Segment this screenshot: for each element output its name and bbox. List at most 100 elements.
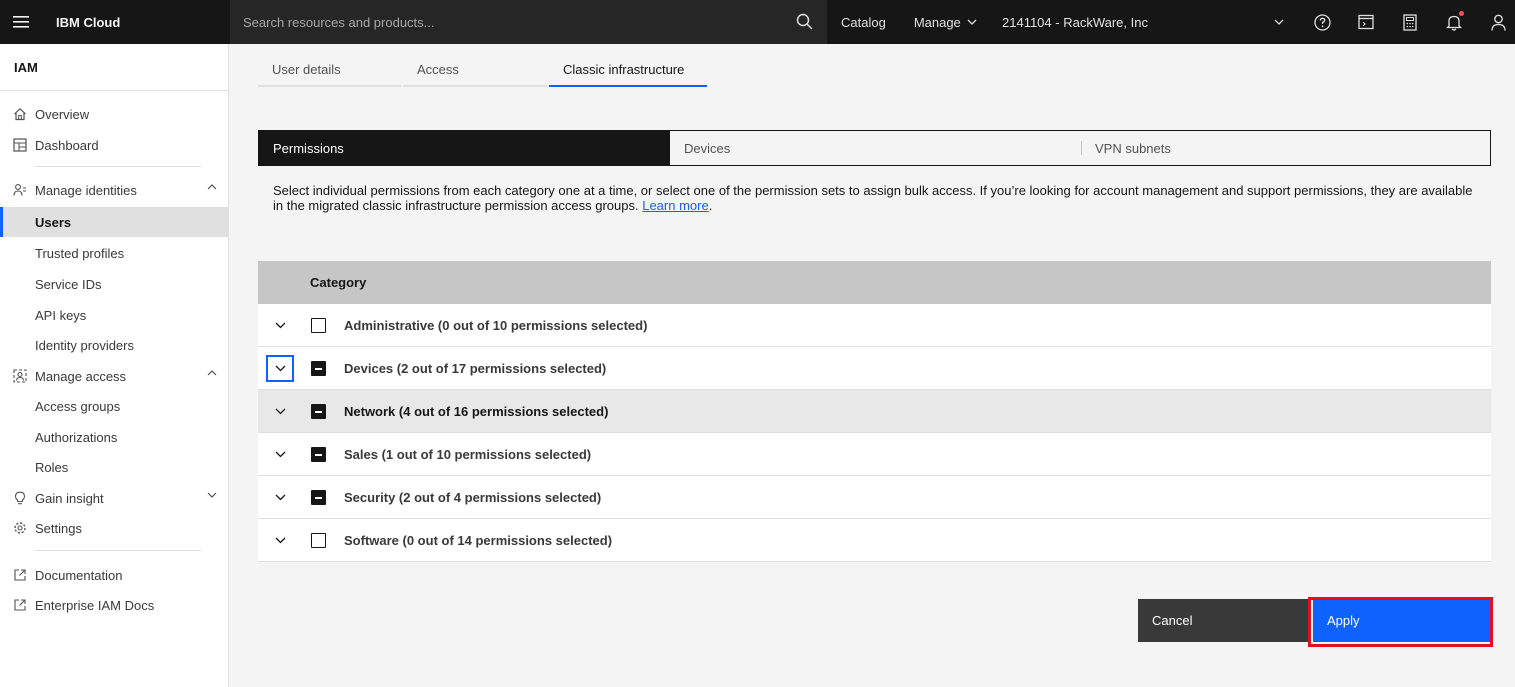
search-bar[interactable]: Search resources and products... [230, 0, 827, 44]
sidebar-item-documentation[interactable]: Documentation [0, 560, 229, 590]
tab-user-details[interactable]: User details [258, 54, 402, 87]
sidebar-divider [35, 166, 201, 167]
home-icon [14, 107, 26, 121]
expand-row-button[interactable] [266, 398, 294, 425]
top-header: IBM Cloud Search resources and products.… [0, 0, 1515, 44]
permissions-description: Select individual permissions from each … [273, 183, 1473, 213]
row-checkbox[interactable] [311, 361, 326, 376]
access-icon [13, 369, 27, 383]
sidebar-item-access-groups[interactable]: Access groups [0, 391, 229, 421]
learn-more-link[interactable]: Learn more [642, 198, 708, 213]
chevron-down-icon [275, 322, 285, 329]
sidebar: IAM Overview Dashboard Manage identities… [0, 44, 229, 687]
nav-catalog[interactable]: Catalog [827, 0, 900, 44]
account-switcher[interactable]: 2141104 - RackWare, Inc [1002, 0, 1292, 44]
sidebar-item-api-keys[interactable]: API keys [0, 300, 229, 330]
launch-icon [14, 599, 26, 611]
sidebar-item-gain-insight[interactable]: Gain insight [0, 483, 229, 513]
switch-permissions[interactable]: Permissions [259, 131, 670, 165]
table-row: Devices (2 out of 17 permissions selecte… [258, 347, 1491, 390]
row-label: Administrative (0 out of 10 permissions … [344, 318, 648, 333]
search-input[interactable]: Search resources and products... [243, 15, 435, 30]
chevron-down-icon [275, 451, 285, 458]
chevron-down-icon [1274, 19, 1284, 25]
notification-badge [1459, 11, 1464, 16]
user-tabs: User details Access Classic infrastructu… [258, 54, 707, 87]
table-row: Sales (1 out of 10 permissions selected) [258, 433, 1491, 476]
row-checkbox[interactable] [311, 533, 326, 548]
chevron-up-icon [207, 184, 217, 190]
account-name: 2141104 - RackWare, Inc [1002, 14, 1148, 30]
expand-row-button[interactable] [266, 484, 294, 511]
column-header-category: Category [310, 275, 367, 290]
tab-classic-infrastructure[interactable]: Classic infrastructure [549, 54, 707, 87]
row-label: Network (4 out of 16 permissions selecte… [344, 404, 609, 419]
gear-icon [14, 522, 26, 534]
sidebar-item-authorizations[interactable]: Authorizations [0, 422, 229, 452]
header-icons [1300, 0, 1515, 44]
notifications-button[interactable] [1432, 0, 1476, 44]
launch-icon [14, 569, 26, 581]
sidebar-item-dashboard[interactable]: Dashboard [0, 130, 229, 160]
cancel-button[interactable]: Cancel [1138, 599, 1310, 642]
expand-row-button[interactable] [266, 312, 294, 339]
sidebar-item-manage-access[interactable]: Manage access [0, 361, 229, 391]
calculator-icon [1403, 13, 1417, 31]
chevron-down-icon [275, 537, 285, 544]
sidebar-item-users[interactable]: Users [0, 207, 229, 237]
expand-row-button[interactable] [266, 441, 294, 468]
dashboard-icon [13, 138, 27, 152]
chevron-up-icon [207, 370, 217, 376]
sidebar-item-service-ids[interactable]: Service IDs [0, 269, 229, 299]
lightbulb-icon [14, 491, 26, 505]
row-label: Sales (1 out of 10 permissions selected) [344, 447, 592, 462]
tab-access[interactable]: Access [403, 54, 548, 87]
row-label: Software (0 out of 14 permissions select… [344, 533, 613, 548]
table-header: Category [258, 261, 1491, 304]
row-checkbox[interactable] [311, 404, 326, 419]
hamburger-menu-button[interactable] [0, 0, 42, 44]
table-row: Software (0 out of 14 permissions select… [258, 519, 1491, 562]
calculator-button[interactable] [1388, 0, 1432, 44]
header-nav: Catalog Manage [827, 0, 991, 44]
sidebar-item-overview[interactable]: Overview [0, 99, 229, 129]
sidebar-item-manage-identities[interactable]: Manage identities [0, 175, 229, 205]
row-label: Devices (2 out of 17 permissions selecte… [344, 361, 607, 376]
bell-icon [1446, 15, 1462, 31]
sidebar-divider [35, 550, 201, 551]
switch-divider [1081, 141, 1082, 155]
chevron-down-icon [275, 494, 285, 501]
table-row: Administrative (0 out of 10 permissions … [258, 304, 1491, 347]
switch-vpn-subnets[interactable]: VPN subnets [1081, 131, 1490, 165]
nav-manage[interactable]: Manage [900, 0, 991, 44]
permissions-switcher: Permissions Devices VPN subnets [258, 130, 1491, 166]
row-checkbox[interactable] [311, 490, 326, 505]
table-row: Security (2 out of 4 permissions selecte… [258, 476, 1491, 519]
expand-row-button[interactable] [266, 355, 294, 382]
help-icon [1313, 13, 1331, 31]
sidebar-item-settings[interactable]: Settings [0, 513, 229, 543]
cost-estimator-button[interactable] [1344, 0, 1388, 44]
chevron-down-icon [967, 19, 977, 25]
search-icon[interactable] [796, 13, 813, 30]
help-button[interactable] [1300, 0, 1344, 44]
user-profile-button[interactable] [1476, 0, 1515, 44]
menu-icon [13, 16, 29, 28]
row-label: Security (2 out of 4 permissions selecte… [344, 490, 602, 505]
chevron-down-icon [207, 492, 217, 498]
chevron-down-icon [275, 365, 285, 372]
terminal-icon [1358, 14, 1374, 30]
sidebar-item-roles[interactable]: Roles [0, 452, 229, 482]
apply-highlight-box [1308, 597, 1493, 647]
sidebar-item-enterprise-iam-docs[interactable]: Enterprise IAM Docs [0, 590, 229, 620]
row-checkbox[interactable] [311, 447, 326, 462]
switch-devices[interactable]: Devices [670, 131, 1081, 165]
permissions-table: Category Administrative (0 out of 10 per… [258, 261, 1491, 562]
identities-icon [13, 184, 26, 196]
sidebar-item-identity-providers[interactable]: Identity providers [0, 330, 229, 360]
sidebar-item-trusted-profiles[interactable]: Trusted profiles [0, 238, 229, 268]
row-checkbox[interactable] [311, 318, 326, 333]
expand-row-button[interactable] [266, 527, 294, 554]
chevron-down-icon [275, 408, 285, 415]
brand-name[interactable]: IBM Cloud [42, 15, 229, 30]
